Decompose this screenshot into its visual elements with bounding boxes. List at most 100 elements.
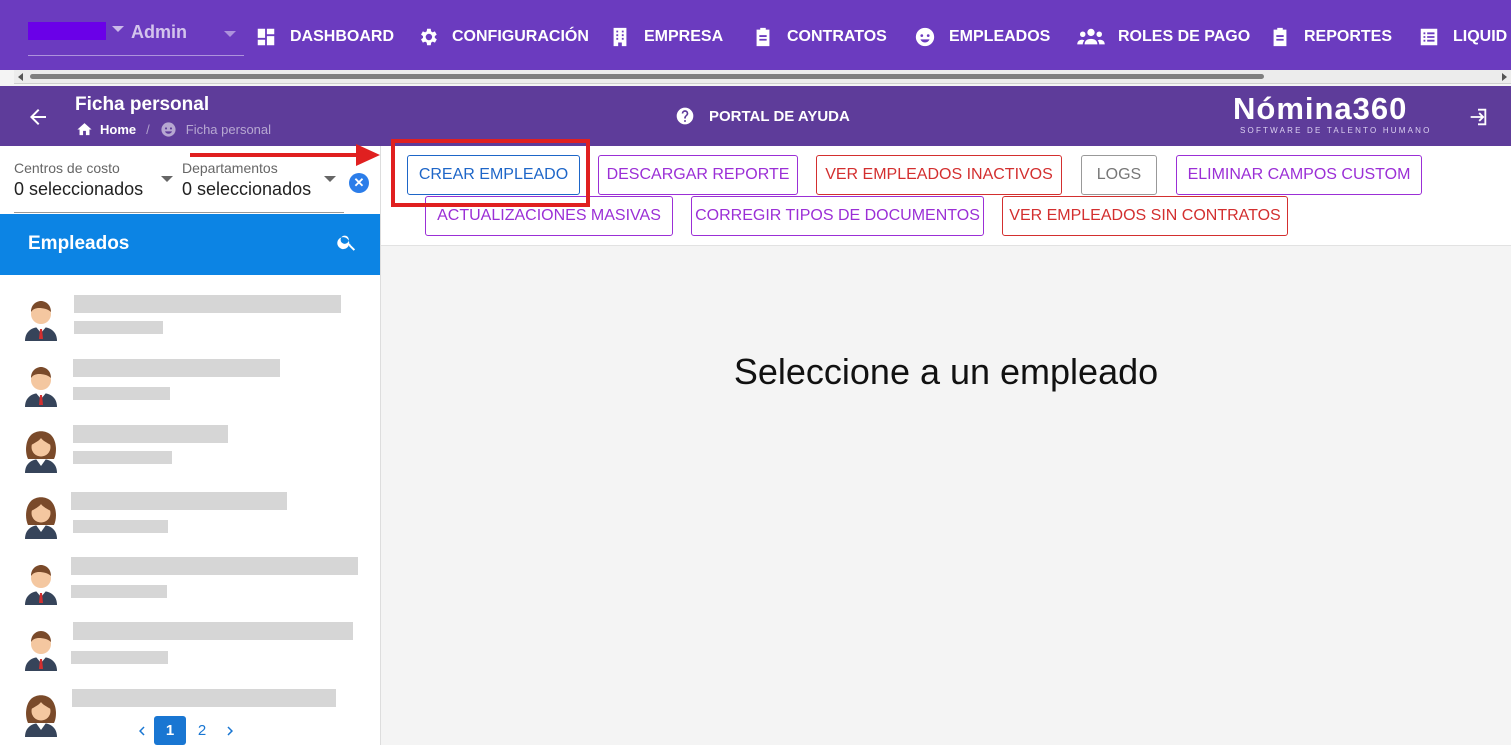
logo-main-text: Nómina360 [1233,91,1408,126]
nav-roles-de-pago[interactable]: ROLES DE PAGO [1076,24,1250,50]
nav-item-label: REPORTES [1304,28,1393,45]
department-filter[interactable]: Departamentos 0 seleccionados [182,160,342,200]
female-avatar-icon [25,695,57,737]
view-inactive-employees-button[interactable]: VER EMPLEADOS INACTIVOS [816,155,1062,195]
gear-icon [416,25,440,49]
empty-state-message: Seleccione a un empleado [733,351,1159,392]
help-icon [676,107,694,125]
nav-reportes[interactable]: REPORTES [1268,24,1392,50]
nav-item-label: ROLES DE PAGO [1118,28,1251,45]
scroll-left-icon[interactable] [18,73,23,81]
nav-liquid[interactable]: LIQUID [1417,24,1507,50]
nav-contratos[interactable]: CONTRATOS [751,24,887,50]
top-navigation: Admin DASHBOARD CONFIGURACIÓN EMPRESA CO… [0,0,1511,70]
employees-title: Empleados [28,233,130,254]
building-icon [608,25,632,49]
nav-item-label: DASHBOARD [290,28,394,45]
face-icon [161,122,176,137]
list-item[interactable] [0,417,380,483]
nav-item-label: LIQUID [1453,28,1508,45]
employee-name-redacted [71,557,358,575]
company-name: Admin [131,22,187,42]
nav-empleados[interactable]: EMPLEADOS [913,24,1050,50]
employee-id-redacted [71,585,167,598]
back-arrow-icon[interactable] [26,105,50,129]
chevron-down-icon[interactable] [161,176,173,182]
page-button[interactable]: 1 [154,716,186,745]
employee-id-redacted [74,321,163,334]
employee-name-redacted [73,359,280,377]
page-header: Ficha personal Home / Ficha personal POR… [0,86,1511,146]
clipboard-list-icon [1268,25,1292,49]
filter-underline [14,212,344,213]
cost-center-value: 0 seleccionados [14,179,144,199]
logout-icon[interactable] [1467,106,1491,130]
company-color-swatch [28,22,106,40]
breadcrumb-current: Ficha personal [185,122,272,137]
page-title: Ficha personal [75,94,210,115]
department-value: 0 seleccionados [182,179,312,199]
chevron-down-icon[interactable] [324,176,336,182]
nav-configuracion[interactable]: CONFIGURACIÓN [416,24,589,50]
nav-dashboard[interactable]: DASHBOARD [254,24,394,50]
employee-name-redacted [71,492,287,510]
chevron-right-icon[interactable] [218,719,242,743]
employee-id-redacted [71,651,168,664]
company-selector[interactable]: Admin [28,20,244,56]
fix-document-types-button[interactable]: CORREGIR TIPOS DE DOCUMENTOS [691,196,984,236]
help-portal-link[interactable]: PORTAL DE AYUDA [675,106,850,126]
search-icon[interactable] [336,231,360,255]
page-button[interactable]: 2 [186,716,218,745]
male-avatar-icon [25,631,57,671]
home-icon [77,123,92,136]
chevron-down-icon [224,31,236,37]
list-item[interactable] [0,615,380,681]
chevron-down-icon [112,26,124,32]
list-item[interactable] [0,483,380,549]
delete-custom-fields-button[interactable]: ELIMINAR CAMPOS CUSTOM [1176,155,1422,195]
clipboard-icon [751,25,775,49]
logs-button[interactable]: LOGS [1081,155,1157,195]
male-avatar-icon [25,565,57,605]
male-avatar-icon [25,301,57,341]
employee-name-redacted [73,425,228,443]
annotation-highlight-box [391,139,590,207]
nav-item-label: CONFIGURACIÓN [452,28,589,45]
employee-name-redacted [72,689,336,707]
nav-item-label: CONTRATOS [787,28,887,45]
breadcrumb-separator: / [146,122,150,137]
employee-sidebar: Centros de costo 0 seleccionados Departa… [0,146,381,745]
dashboard-icon [254,25,278,49]
cost-center-label: Centros de costo [14,160,120,176]
nav-item-label: EMPRESA [644,28,724,45]
help-label: PORTAL DE AYUDA [709,107,850,125]
pagination: 1 2 [130,716,242,745]
cost-center-filter[interactable]: Centros de costo 0 seleccionados [14,160,174,200]
nav-empresa[interactable]: EMPRESA [608,24,723,50]
male-avatar-icon [25,367,57,407]
list-item[interactable] [0,549,380,615]
chevron-left-icon[interactable] [130,719,154,743]
annotation-arrow-icon [190,144,380,166]
logo-tagline: SOFTWARE DE TALENTO HUMANO [1240,126,1432,135]
list-icon [1417,25,1441,49]
list-item[interactable] [0,285,380,351]
people-icon [1076,25,1106,49]
download-report-button[interactable]: DESCARGAR REPORTE [598,155,798,195]
breadcrumb-home[interactable]: Home [100,122,136,137]
employee-name-redacted [73,622,353,640]
nav-scrollbar[interactable] [14,70,1511,84]
employees-header: Empleados [0,214,380,275]
employee-id-redacted [73,451,172,464]
nomina360-logo: Nómina360 SOFTWARE DE TALENTO HUMANO [1233,91,1439,139]
employee-id-redacted [73,387,170,400]
clear-filters-icon[interactable]: ✕ [349,173,369,193]
nav-item-label: EMPLEADOS [949,28,1051,45]
breadcrumb: Home / Ficha personal [76,121,271,138]
female-avatar-icon [25,497,57,539]
scrollbar-thumb[interactable] [30,74,1264,79]
view-employees-without-contracts-button[interactable]: VER EMPLEADOS SIN CONTRATOS [1002,196,1288,236]
face-icon [913,25,937,49]
list-item[interactable] [0,351,380,417]
scroll-right-icon[interactable] [1502,73,1507,81]
